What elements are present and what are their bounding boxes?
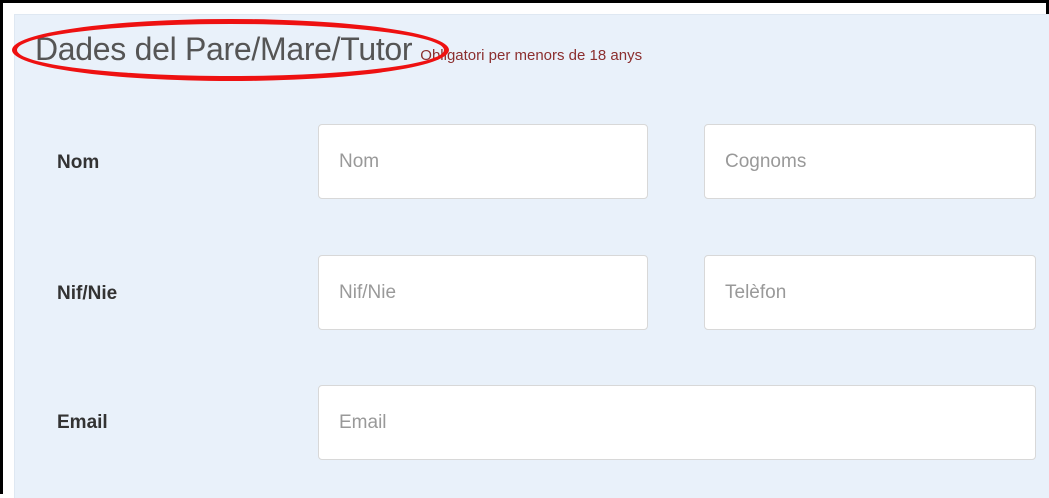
section-heading: Dades del Pare/Mare/Tutor Obligatori per… [35, 31, 642, 68]
screenshot-frame: Dades del Pare/Mare/Tutor Obligatori per… [0, 0, 1049, 498]
id-label: Nif/Nie [57, 283, 118, 304]
email-label: Email [57, 412, 108, 433]
phone-input[interactable] [704, 255, 1036, 330]
required-note: Obligatori per menors de 18 anys [420, 47, 643, 64]
email-input[interactable] [318, 385, 1036, 460]
section-title: Dades del Pare/Mare/Tutor [35, 31, 413, 67]
first-name-input[interactable] [318, 124, 648, 199]
nif-nie-input[interactable] [318, 255, 648, 330]
surname-input[interactable] [704, 124, 1036, 199]
name-label: Nom [57, 152, 100, 173]
